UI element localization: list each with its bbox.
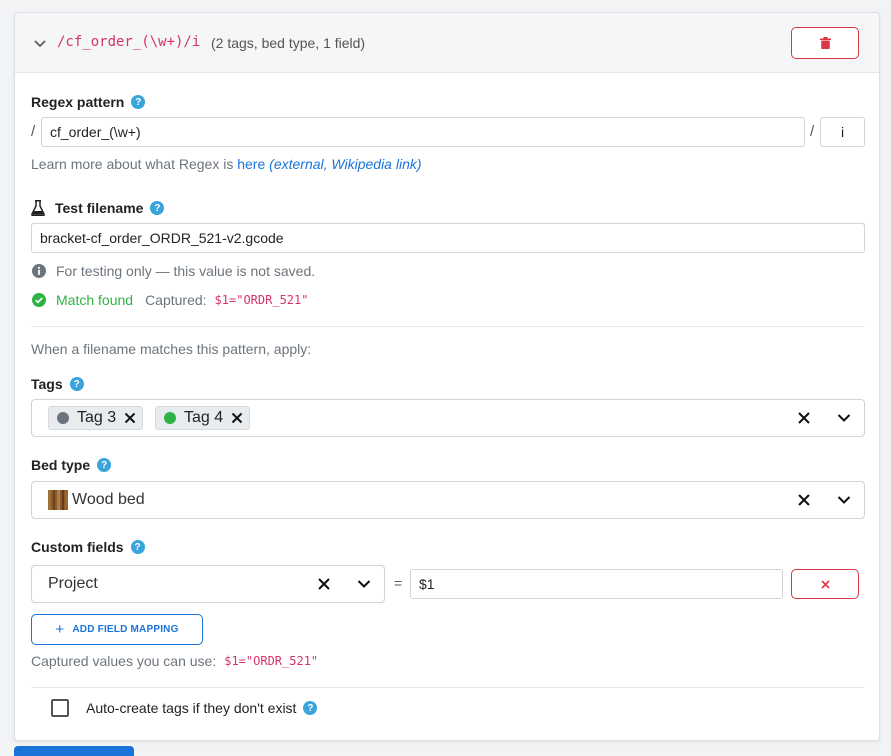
remove-tag-icon[interactable] xyxy=(231,412,243,424)
regex-pattern-label-text: Regex pattern xyxy=(31,94,125,110)
tag-color-dot xyxy=(164,412,176,424)
equals-sign: = xyxy=(394,575,403,591)
help-icon[interactable]: ? xyxy=(131,95,146,109)
match-status: Match found xyxy=(56,292,134,308)
bed-type-label-text: Bed type xyxy=(31,457,91,473)
test-note-text: For testing only — this value is not sav… xyxy=(56,263,316,279)
wood-bed-icon xyxy=(48,490,68,510)
chevron-down-icon[interactable] xyxy=(837,413,851,423)
close-icon xyxy=(820,579,830,589)
clear-bed-icon[interactable] xyxy=(798,494,810,506)
bed-type-label: Bed type ? xyxy=(31,457,112,473)
save-button[interactable] xyxy=(14,746,134,756)
tag-chip: Tag 4 xyxy=(155,406,251,430)
regex-flags-input[interactable]: i xyxy=(820,117,865,147)
regex-here-link[interactable]: here xyxy=(237,156,265,172)
bed-type-select[interactable]: Wood bed xyxy=(31,481,865,519)
regex-learn-more: Learn more about what Regex is here (ext… xyxy=(31,156,422,172)
custom-field-name-value: Project xyxy=(48,575,98,592)
regex-pattern-input[interactable]: cf_order_(\w+) xyxy=(41,117,805,147)
bed-type-value: Wood bed xyxy=(72,491,145,508)
test-filename-label-text: Test filename xyxy=(55,200,144,216)
divider xyxy=(31,687,865,688)
check-circle-icon xyxy=(32,293,46,307)
test-filename-value: bracket-cf_order_ORDR_521-v2.gcode xyxy=(40,230,284,246)
tags-label-text: Tags xyxy=(31,376,63,392)
test-note: For testing only — this value is not sav… xyxy=(32,263,315,279)
apply-text: When a filename matches this pattern, ap… xyxy=(31,341,312,357)
tags-label: Tags ? xyxy=(31,376,84,392)
captured-values-code: $1="ORDR_521" xyxy=(224,654,319,668)
regex-slash-close: / xyxy=(810,123,815,140)
captured-label: Captured: xyxy=(145,292,207,308)
captured-values-hint: Captured values you can use: $1="ORDR_52… xyxy=(31,653,318,669)
remove-field-mapping-button[interactable] xyxy=(791,569,859,599)
regex-flags-value: i xyxy=(840,124,845,140)
add-field-mapping-label: ADD FIELD MAPPING xyxy=(72,624,179,635)
custom-field-value: $1 xyxy=(419,576,435,592)
regex-pattern-value: cf_order_(\w+) xyxy=(50,124,141,140)
help-icon[interactable]: ? xyxy=(303,701,318,715)
chevron-down-icon[interactable] xyxy=(357,579,371,589)
auto-create-label[interactable]: Auto-create tags if they don't exist ? xyxy=(86,700,318,716)
auto-create-checkbox[interactable] xyxy=(51,699,69,717)
header-summary: (2 tags, bed type, 1 field) xyxy=(211,35,366,51)
help-icon[interactable]: ? xyxy=(130,540,145,554)
learn-more-text: Learn more about what Regex is xyxy=(31,156,234,172)
tag-chip-label: Tag 4 xyxy=(184,409,224,426)
regex-wikipedia-link[interactable]: (external, Wikipedia link) xyxy=(269,156,421,172)
regex-pattern-label: Regex pattern ? xyxy=(31,94,146,110)
custom-fields-label: Custom fields ? xyxy=(31,539,145,555)
trash-icon xyxy=(819,37,831,49)
clear-field-icon[interactable] xyxy=(318,578,330,590)
custom-field-name-select[interactable]: Project xyxy=(31,565,385,603)
plus-icon: + xyxy=(55,621,65,638)
divider xyxy=(31,326,865,327)
custom-fields-label-text: Custom fields xyxy=(31,539,124,555)
tags-select[interactable]: Tag 3 Tag 4 xyxy=(31,399,865,437)
add-field-mapping-button[interactable]: + ADD FIELD MAPPING xyxy=(31,614,203,645)
help-icon[interactable]: ? xyxy=(97,458,112,472)
test-filename-label: Test filename ? xyxy=(31,200,165,216)
match-result: Match found Captured: $1="ORDR_521" xyxy=(32,292,308,308)
captured-values-text: Captured values you can use: xyxy=(31,653,217,669)
header-pattern: /cf_order_(\w+)/i xyxy=(57,34,201,50)
chevron-down-icon[interactable] xyxy=(837,495,851,505)
delete-rule-button[interactable] xyxy=(791,27,859,59)
auto-create-label-text: Auto-create tags if they don't exist xyxy=(86,700,297,716)
info-icon xyxy=(32,264,46,278)
help-icon[interactable]: ? xyxy=(69,377,84,391)
chevron-down-icon[interactable] xyxy=(32,35,48,51)
regex-rule-card: /cf_order_(\w+)/i (2 tags, bed type, 1 f… xyxy=(14,12,880,741)
help-icon[interactable]: ? xyxy=(150,201,165,215)
remove-tag-icon[interactable] xyxy=(124,412,136,424)
test-filename-input[interactable]: bracket-cf_order_ORDR_521-v2.gcode xyxy=(31,223,865,253)
tag-chip: Tag 3 xyxy=(48,406,144,430)
flask-icon xyxy=(31,200,45,216)
tag-color-dot xyxy=(57,412,69,424)
rule-header[interactable]: /cf_order_(\w+)/i (2 tags, bed type, 1 f… xyxy=(15,13,879,73)
custom-field-value-input[interactable]: $1 xyxy=(410,569,783,599)
clear-tags-icon[interactable] xyxy=(798,412,810,424)
captured-value: $1="ORDR_521" xyxy=(214,293,309,307)
regex-slash-open: / xyxy=(31,123,36,140)
tag-chip-label: Tag 3 xyxy=(77,409,117,426)
